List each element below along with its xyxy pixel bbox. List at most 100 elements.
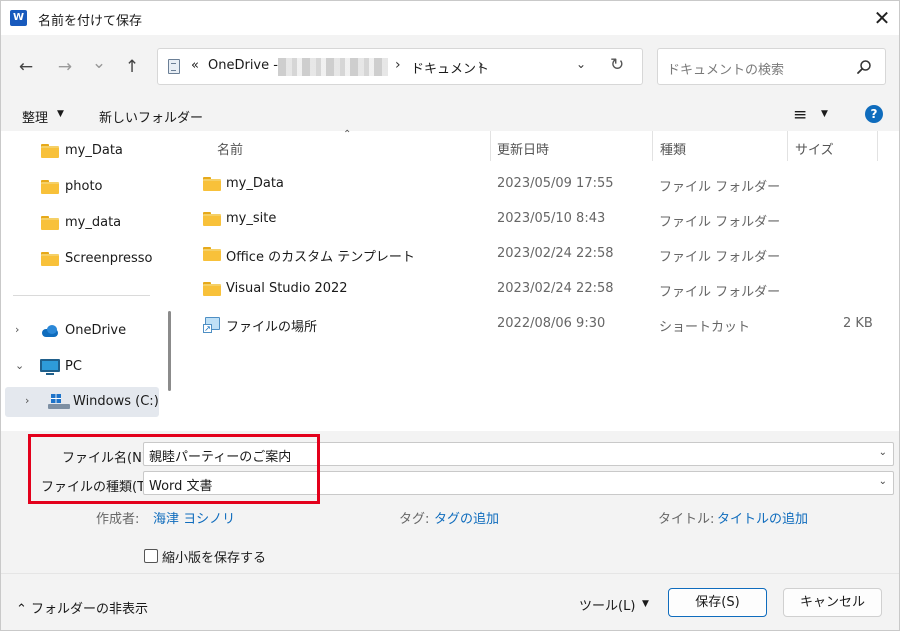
sidebar-item-pc[interactable]: ⌄ PC — [1, 352, 159, 382]
folder-icon — [203, 212, 221, 226]
chevron-down-icon[interactable]: ⌄ — [879, 447, 887, 458]
column-separator[interactable] — [490, 131, 491, 161]
file-modified: 2022/08/06 9:30 — [497, 316, 606, 331]
address-dropdown-icon[interactable]: ⌄ — [576, 57, 586, 71]
sidebar-item-windows-c[interactable]: › Windows (C:) — [5, 387, 159, 417]
file-name: ファイルの場所 — [226, 320, 318, 335]
column-separator[interactable] — [787, 131, 788, 161]
file-type: ファイル フォルダー — [659, 285, 781, 300]
sidebar-divider — [13, 295, 150, 296]
collapse-chevron-icon[interactable]: ⌄ — [15, 359, 24, 372]
up-arrow-icon[interactable]: ↑ — [120, 55, 144, 79]
table-row[interactable]: my_site 2023/05/10 8:43 ファイル フォルダー — [191, 202, 881, 236]
folder-icon — [203, 282, 221, 296]
file-modified: 2023/05/10 8:43 — [497, 211, 606, 226]
sidebar-item-label: my_data — [65, 215, 122, 230]
column-header-modified[interactable]: 更新日時 — [497, 139, 549, 158]
footer-divider — [1, 573, 899, 574]
view-options-icon[interactable]: ≡ — [793, 105, 807, 125]
tags-input[interactable]: タグの追加 — [434, 508, 499, 527]
view-dropdown-icon[interactable]: ▼ — [821, 109, 828, 119]
breadcrumb-onedrive[interactable]: OneDrive - — [208, 58, 278, 73]
folder-icon — [41, 216, 59, 230]
cloud-icon — [40, 325, 60, 337]
redacted-account-name — [278, 58, 388, 76]
sidebar-item-screenpresso[interactable]: Screenpresso — [1, 244, 159, 274]
file-name: Office のカスタム テンプレート — [226, 250, 415, 265]
file-size: 2 KB — [843, 316, 873, 331]
organize-button[interactable]: 整理 — [22, 107, 48, 126]
title-bar: W 名前を付けて保存 ✕ — [1, 1, 899, 35]
folder-icon — [41, 252, 59, 266]
table-row[interactable]: Office のカスタム テンプレート 2023/02/24 22:58 ファイ… — [191, 237, 881, 271]
folder-icon — [41, 180, 59, 194]
folder-icon — [203, 247, 221, 261]
back-arrow-icon[interactable]: ← — [14, 55, 38, 79]
cancel-button[interactable]: キャンセル — [783, 588, 882, 617]
author-value[interactable]: 海津 ヨシノリ — [153, 508, 235, 527]
sidebar-item-photo[interactable]: photo — [1, 172, 159, 202]
tools-dropdown-icon[interactable]: ▼ — [642, 599, 649, 609]
sidebar-item-label: my_Data — [65, 143, 123, 158]
file-modified: 2023/02/24 22:58 — [497, 281, 614, 296]
save-thumbnail-checkbox[interactable] — [144, 549, 158, 563]
folder-icon — [203, 177, 221, 191]
table-row[interactable]: ↗ ファイルの場所 2022/08/06 9:30 ショートカット 2 KB — [191, 307, 881, 341]
tools-button[interactable]: ツール(L) — [579, 595, 635, 614]
sort-ascending-icon: ⌃ — [343, 129, 352, 140]
sidebar-item-onedrive[interactable]: › OneDrive — [1, 316, 159, 346]
save-thumbnail-label[interactable]: 縮小版を保存する — [162, 547, 266, 566]
file-modified: 2023/05/09 17:55 — [497, 176, 614, 191]
file-type: ファイル フォルダー — [659, 180, 781, 195]
sidebar-item-label: OneDrive — [65, 323, 127, 338]
column-separator[interactable] — [877, 131, 878, 161]
dialog-title: 名前を付けて保存 — [38, 14, 143, 29]
sidebar-scrollbar[interactable] — [168, 311, 171, 391]
column-header-name[interactable]: 名前 — [217, 139, 243, 158]
browser-content: my_Data photo my_data Screenpresso › One… — [1, 129, 899, 431]
forward-arrow-icon[interactable]: → — [53, 55, 77, 79]
doc-title-label: タイトル: — [658, 512, 715, 527]
expand-chevron-icon[interactable]: › — [25, 394, 29, 407]
breadcrumb-separator-icon[interactable]: › — [395, 57, 401, 73]
help-icon[interactable]: ? — [865, 105, 883, 123]
search-icon[interactable] — [856, 59, 872, 75]
breadcrumb-separator-icon[interactable]: › — [478, 57, 484, 73]
save-button[interactable]: 保存(S) — [668, 588, 767, 617]
column-header-type[interactable]: 種類 — [660, 139, 686, 158]
doc-title-input[interactable]: タイトルの追加 — [717, 508, 808, 527]
column-separator[interactable] — [652, 131, 653, 161]
tags-label: タグ: — [399, 512, 430, 527]
file-type: ショートカット — [659, 320, 751, 335]
sidebar-item-label: PC — [65, 359, 82, 374]
expand-chevron-icon[interactable]: › — [15, 323, 19, 336]
hide-folders-button[interactable]: ⌃ フォルダーの非表示 — [16, 598, 148, 617]
navigation-pane: my_Data photo my_data Screenpresso › One… — [1, 131, 163, 431]
file-name: Visual Studio 2022 — [226, 281, 348, 296]
sidebar-item-my-data[interactable]: my_Data — [1, 136, 159, 166]
address-overflow-icon[interactable]: « — [191, 58, 199, 73]
sidebar-item-label: Screenpresso — [65, 251, 153, 266]
recent-locations-chevron-icon[interactable]: ⌄ — [87, 51, 111, 75]
search-input[interactable]: ドキュメントの検索 — [657, 48, 886, 85]
address-bar[interactable]: « OneDrive - › ドキュメント › ⌄ ↻ — [157, 48, 643, 85]
refresh-icon[interactable]: ↻ — [610, 55, 624, 75]
sidebar-item-label: photo — [65, 179, 103, 194]
windows-drive-icon — [48, 394, 70, 410]
shortcut-icon: ↗ — [203, 317, 221, 333]
highlight-box — [28, 434, 320, 504]
close-icon[interactable]: ✕ — [867, 3, 897, 33]
new-folder-button[interactable]: 新しいフォルダー — [99, 107, 203, 126]
file-modified: 2023/02/24 22:58 — [497, 246, 614, 261]
author-label: 作成者: — [96, 512, 140, 527]
chevron-down-icon[interactable]: ⌄ — [879, 476, 887, 487]
pc-icon — [40, 359, 60, 376]
table-row[interactable]: Visual Studio 2022 2023/02/24 22:58 ファイル… — [191, 272, 881, 306]
file-name: my_Data — [226, 176, 284, 191]
table-row[interactable]: my_Data 2023/05/09 17:55 ファイル フォルダー — [191, 167, 881, 201]
file-name: my_site — [226, 211, 277, 226]
column-header-size[interactable]: サイズ — [795, 139, 834, 158]
file-type: ファイル フォルダー — [659, 215, 781, 230]
organize-dropdown-icon[interactable]: ▼ — [57, 109, 64, 119]
sidebar-item-my-data-lower[interactable]: my_data — [1, 208, 159, 238]
